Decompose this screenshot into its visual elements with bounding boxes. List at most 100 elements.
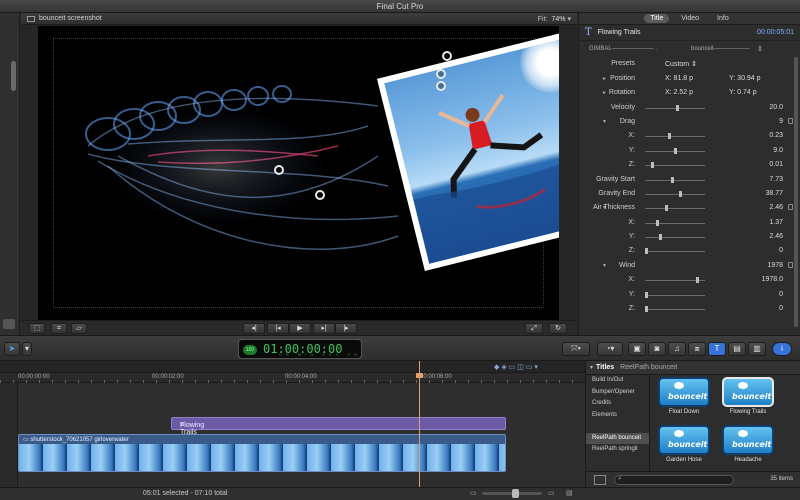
param-slider[interactable] xyxy=(645,222,705,224)
disclosure-triangle-icon[interactable]: ▾ xyxy=(603,262,606,269)
disclosure-triangle-icon[interactable]: ▸ xyxy=(603,75,606,82)
param-value[interactable]: 2.46 xyxy=(769,233,783,240)
param-slider-knob[interactable] xyxy=(696,277,700,284)
play-icon[interactable]: ▶ xyxy=(289,323,311,334)
viewer-transform-icon[interactable]: ⬚ xyxy=(29,323,45,334)
param-slider[interactable] xyxy=(645,107,705,109)
param-value[interactable]: 0.01 xyxy=(769,161,783,168)
param-slider-knob[interactable] xyxy=(676,104,680,111)
crop-icon[interactable]: ⌗ xyxy=(51,323,67,334)
dashboard-timecode[interactable]: 100 01:00:00:00 HR MIN SEC FR xyxy=(238,339,362,359)
video-clip[interactable]: ▭ shutterstock_70621057 girloverwater xyxy=(18,434,506,472)
param-value[interactable]: 1978 xyxy=(767,262,783,269)
keyframe-icon[interactable] xyxy=(788,204,793,211)
search-input[interactable]: ⌕ xyxy=(614,475,734,485)
param-slider[interactable] xyxy=(645,179,705,181)
presets-popup[interactable]: Custom ⇕ xyxy=(665,60,697,68)
disclosure-triangle-icon[interactable]: ▸ xyxy=(603,89,606,96)
param-slider[interactable] xyxy=(645,165,705,167)
param-slider[interactable] xyxy=(645,208,705,210)
title-tile[interactable]: bounceit Headache xyxy=(720,425,776,467)
gimbal-stepper-icon[interactable]: ⇕ xyxy=(757,45,763,53)
position-x-field[interactable]: X: 81.8 p xyxy=(665,75,693,82)
generators-icon[interactable]: ▤ xyxy=(728,342,746,356)
anchor-handle[interactable] xyxy=(436,81,446,91)
transitions-icon[interactable]: ⧈ xyxy=(688,342,706,356)
camera-icon[interactable]: ◙ xyxy=(648,342,666,356)
path-point-handle-2[interactable] xyxy=(315,190,325,200)
timeline-tracks[interactable]: ≡ Flowing Trails ▭ shutterstock_70621057… xyxy=(18,383,585,487)
tool-menu-chevron-icon[interactable]: ▾ xyxy=(22,342,32,356)
position-handle[interactable] xyxy=(436,69,446,79)
param-value[interactable]: 0.23 xyxy=(769,132,783,139)
timeline-zoom-knob[interactable] xyxy=(512,489,519,498)
title-tile[interactable]: bounceit Float Down xyxy=(656,377,712,419)
category-item[interactable]: Credits xyxy=(586,398,649,410)
next-edit-icon[interactable]: |▸ xyxy=(335,323,357,334)
fullscreen-icon[interactable]: ⤢ xyxy=(525,323,543,334)
category-item[interactable]: ReelPath bounceit xyxy=(586,432,649,444)
viewer-canvas[interactable] xyxy=(38,26,559,320)
param-slider-knob[interactable] xyxy=(645,291,648,298)
rotation-x-field[interactable]: X: 2.52 p xyxy=(665,89,693,96)
fit-zoom-menu[interactable]: Fit: 74% ▾ xyxy=(538,15,571,23)
param-value[interactable]: 38.77 xyxy=(765,190,783,197)
enhance-icon[interactable]: ◔▾ xyxy=(597,342,623,356)
param-value[interactable]: 20.0 xyxy=(769,104,783,111)
tab-video[interactable]: Video xyxy=(675,14,705,23)
tab-info[interactable]: Info xyxy=(711,14,735,23)
previous-edit-icon[interactable]: ◂| xyxy=(243,323,265,334)
param-slider-knob[interactable] xyxy=(659,234,663,241)
inspector-info-icon[interactable]: i xyxy=(772,342,792,356)
param-slider[interactable] xyxy=(645,251,705,253)
left-scrollbar[interactable] xyxy=(11,61,16,91)
inspector-scrollbar[interactable] xyxy=(794,57,798,327)
keyframe-icon[interactable] xyxy=(788,261,793,268)
transform-tool-icon[interactable]: ⤧▾ xyxy=(562,342,590,356)
photos-browser-icon[interactable]: ▣ xyxy=(628,342,646,356)
themes-icon[interactable]: ▥ xyxy=(748,342,766,356)
param-value[interactable]: 0 xyxy=(779,247,783,254)
param-slider[interactable] xyxy=(645,193,705,195)
param-slider-knob[interactable] xyxy=(673,147,677,154)
playhead[interactable] xyxy=(419,361,420,487)
zoom-in-icon[interactable]: ▭ xyxy=(548,489,555,497)
title-tile[interactable]: bounceit Garden Hose xyxy=(656,425,712,467)
category-item[interactable]: ReelPath springit xyxy=(586,444,649,456)
clip-appearance-icon[interactable]: ▤ xyxy=(566,489,573,497)
category-item[interactable]: Elements xyxy=(586,410,649,422)
loop-icon[interactable]: ↻ xyxy=(549,323,567,334)
param-slider[interactable] xyxy=(645,294,705,296)
category-item[interactable] xyxy=(586,421,649,433)
param-slider-knob[interactable] xyxy=(656,219,660,226)
param-value[interactable]: 7.73 xyxy=(769,176,783,183)
category-item[interactable]: Bumper/Opener xyxy=(586,387,649,399)
param-value[interactable]: 2.46 xyxy=(769,204,783,211)
param-slider-knob[interactable] xyxy=(667,133,671,140)
param-slider[interactable] xyxy=(645,237,705,239)
select-tool-icon[interactable]: ➤ xyxy=(4,342,20,356)
step-back-icon[interactable]: |◂ xyxy=(267,323,289,334)
param-slider-knob[interactable] xyxy=(645,306,648,313)
timeline[interactable]: ◆ ◈ ▭ ◫ ▭ ▾ 00:00:00:00 00:00:02:00 00:0… xyxy=(0,361,585,487)
timeline-index-icons[interactable]: ◆ ◈ ▭ ◫ ▭ ▾ xyxy=(494,363,538,371)
disclosure-triangle-icon[interactable]: ▾ xyxy=(590,364,593,371)
param-value[interactable]: 0 xyxy=(779,291,783,298)
keyframe-icon[interactable] xyxy=(788,117,793,124)
sidebar-toggle-icon[interactable] xyxy=(594,475,606,485)
param-slider-knob[interactable] xyxy=(645,248,648,255)
rotation-handle[interactable] xyxy=(442,51,452,61)
category-item[interactable]: Build In/Out xyxy=(586,375,649,387)
param-value[interactable]: 9 xyxy=(779,118,783,125)
param-value[interactable]: 1978.0 xyxy=(762,276,783,283)
title-tile[interactable]: bounceit Flowing Trails xyxy=(720,377,776,419)
param-slider-knob[interactable] xyxy=(679,190,683,197)
timeline-ruler[interactable]: ◆ ◈ ▭ ◫ ▭ ▾ 00:00:00:00 00:00:02:00 00:0… xyxy=(0,361,585,383)
path-point-handle[interactable] xyxy=(274,165,284,175)
titles-browser-icon[interactable]: T xyxy=(708,342,726,356)
rotation-y-field[interactable]: Y: 0.74 p xyxy=(729,89,757,96)
title-clip[interactable]: ≡ Flowing Trails xyxy=(171,417,506,436)
disclosure-triangle-icon[interactable]: ▾ xyxy=(603,118,606,125)
param-slider[interactable] xyxy=(645,136,705,138)
music-icon[interactable]: ♫ xyxy=(668,342,686,356)
